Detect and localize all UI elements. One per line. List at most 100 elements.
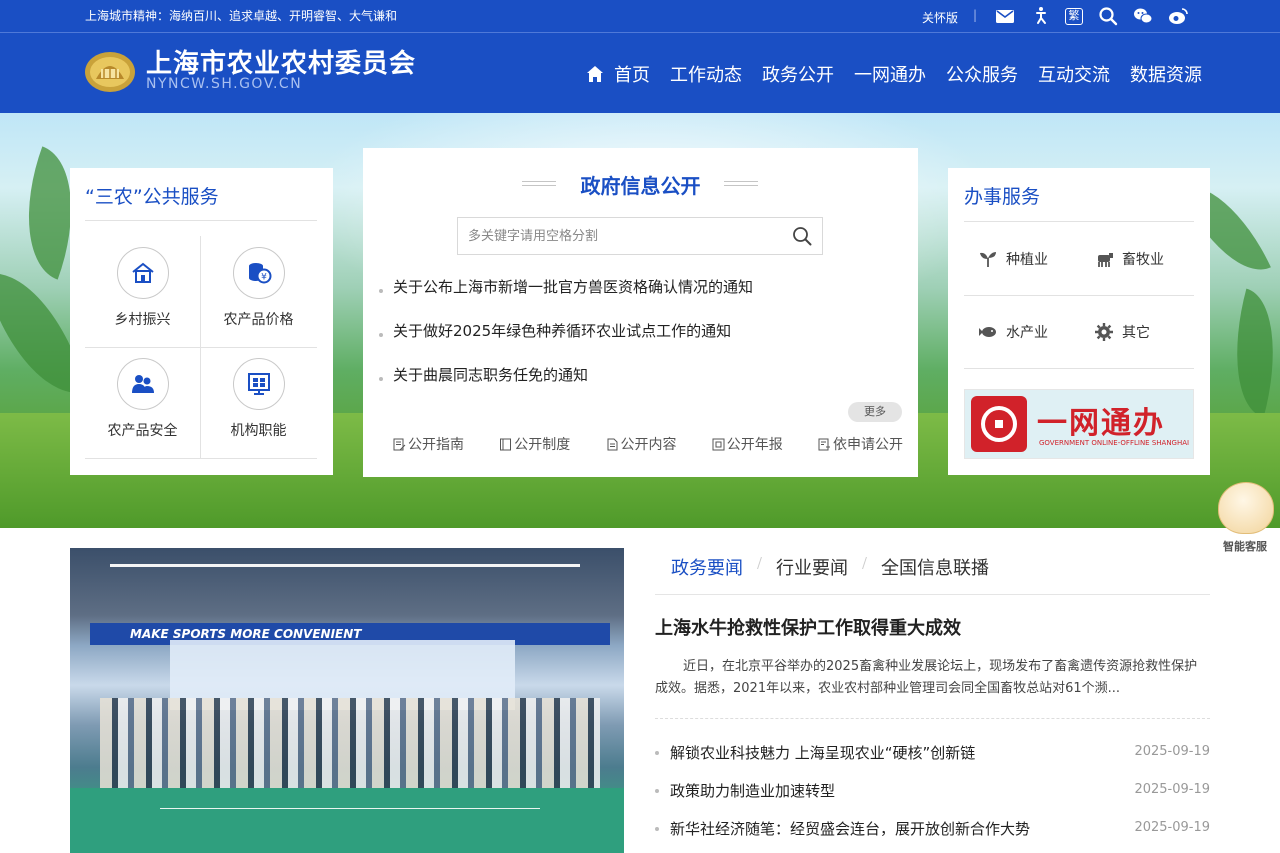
nav-home[interactable]: 首页 <box>586 61 650 87</box>
nav-interaction[interactable]: 互动交流 <box>1038 61 1110 87</box>
service-label: 机构职能 <box>230 423 287 439</box>
divider <box>85 220 317 221</box>
notice-item[interactable]: 关于曲晨同志职务任免的通知 <box>379 364 588 385</box>
svg-text:¥: ¥ <box>261 273 267 283</box>
search-icon[interactable] <box>792 226 812 246</box>
one-network-banner[interactable]: 一网通办 GOVERNMENT ONLINE-OFFLINE SHANGHAI <box>964 389 1194 459</box>
application-icon <box>818 438 830 450</box>
service-other[interactable]: 其它 <box>1094 322 1150 342</box>
report-icon <box>712 438 725 450</box>
smart-assistant-widget[interactable]: 智能客服 <box>1214 478 1276 554</box>
notice-item[interactable]: 关于做好2025年绿色种养循环农业试点工作的通知 <box>379 320 731 341</box>
sannong-service-card: “三农”公共服务 乡村振兴 ¥ 农产品价格 农产品安全 机构职能 <box>70 168 333 475</box>
info-search-box <box>457 217 823 255</box>
link-annual-report[interactable]: 公开年报 <box>712 434 783 454</box>
link-label: 公开内容 <box>620 437 677 453</box>
notice-title: 关于公布上海市新增一批官方兽医资格确认情况的通知 <box>393 278 754 296</box>
service-organization[interactable]: 机构职能 <box>201 348 316 458</box>
top-bar: 上海城市精神：海纳百川、追求卓越、开明睿智、大气谦和 关怀版 | 繁 <box>0 0 1280 32</box>
fish-icon <box>979 327 996 337</box>
search-icon[interactable] <box>1098 6 1118 26</box>
service-produce-price[interactable]: ¥ 农产品价格 <box>201 237 316 347</box>
gov-info-card: 政府信息公开 关于公布上海市新增一批官方兽医资格确认情况的通知 关于做好2025… <box>363 148 918 477</box>
notice-title: 关于做好2025年绿色种养循环农业试点工作的通知 <box>393 322 732 340</box>
card-title: “三农”公共服务 <box>85 186 219 208</box>
link-disclosure-rules[interactable]: 公开制度 <box>499 434 570 454</box>
mail-icon[interactable] <box>995 6 1015 26</box>
nav-public-service[interactable]: 公众服务 <box>946 61 1018 87</box>
news-tabs: 政务要闻 行业要闻 全国信息联播 <box>671 554 989 580</box>
link-disclosure-guide[interactable]: 公开指南 <box>393 434 464 454</box>
service-livestock[interactable]: 畜牧业 <box>1094 249 1164 269</box>
news-headline[interactable]: 上海水牛抢救性保护工作取得重大成效 <box>655 614 961 640</box>
news-date: 2025-09-19 <box>1134 744 1210 759</box>
tab-gov-news[interactable]: 政务要闻 <box>671 554 743 580</box>
price-icon: ¥ <box>232 247 285 299</box>
nav-data-resources[interactable]: 数据资源 <box>1130 61 1202 87</box>
divider <box>655 594 1210 595</box>
nav-one-network[interactable]: 一网通办 <box>854 61 926 87</box>
nav-work-news[interactable]: 工作动态 <box>670 61 742 87</box>
weibo-icon[interactable] <box>1168 6 1188 26</box>
news-list-item[interactable]: 新华社经济随笔：经贸盛会连台，展开放创新合作大势 2025-09-19 <box>655 818 1210 840</box>
more-button[interactable]: 更多 <box>848 402 902 422</box>
city-motto: 上海城市精神：海纳百川、追求卓越、开明睿智、大气谦和 <box>85 9 398 23</box>
care-mode-link[interactable]: 关怀版 <box>922 9 958 26</box>
link-apply-disclosure[interactable]: 依申请公开 <box>818 434 903 454</box>
safety-icon <box>116 358 169 410</box>
service-label: 畜牧业 <box>1122 252 1164 268</box>
tab-national-news[interactable]: 全国信息联播 <box>881 554 989 580</box>
news-list-item[interactable]: 解锁农业科技魅力 上海呈现农业“硬核”创新链 2025-09-19 <box>655 742 1210 764</box>
news-title: 政策助力制造业加速转型 <box>670 782 836 800</box>
divider <box>655 718 1210 719</box>
disclosure-links: 公开指南 公开制度 公开内容 公开年报 依申请公开 <box>393 434 903 454</box>
news-title: 解锁农业科技魅力 上海呈现农业“硬核”创新链 <box>670 744 976 762</box>
nav-gov-affairs[interactable]: 政务公开 <box>762 61 834 87</box>
traditional-chinese-icon[interactable]: 繁 <box>1065 8 1083 25</box>
bullet <box>655 751 659 755</box>
title-decoration <box>724 181 758 186</box>
link-label: 依申请公开 <box>833 437 903 453</box>
news-photo[interactable]: MAKE SPORTS MORE CONVENIENT <box>70 548 624 853</box>
nav-label: 首页 <box>614 65 650 86</box>
tab-separator <box>862 557 867 569</box>
site-title: 上海市农业农村委员会 <box>146 49 417 79</box>
sprout-icon <box>980 252 996 267</box>
accessibility-icon[interactable] <box>1031 6 1051 26</box>
service-label: 乡村振兴 <box>114 312 171 328</box>
divider <box>964 295 1194 296</box>
tab-separator <box>757 557 762 569</box>
gear-icon <box>1095 323 1113 341</box>
service-planting[interactable]: 种植业 <box>978 249 1048 269</box>
link-disclosure-content[interactable]: 公开内容 <box>606 434 677 454</box>
village-icon <box>116 247 169 299</box>
service-label: 水产业 <box>1006 325 1048 341</box>
news-list-item[interactable]: 政策助力制造业加速转型 2025-09-19 <box>655 780 1210 802</box>
service-rural-revitalization[interactable]: 乡村振兴 <box>85 237 200 347</box>
livestock-icon <box>1098 253 1113 267</box>
news-summary: 近日，在北京平谷举办的2025畜禽种业发展论坛上，现场发布了畜禽遗传资源抢救性保… <box>655 659 1198 696</box>
card-title: 办事服务 <box>964 186 1041 208</box>
news-title: 新华社经济随笔：经贸盛会连台，展开放创新合作大势 <box>670 820 1031 838</box>
card-title: 政府信息公开 <box>580 174 701 198</box>
home-icon <box>587 66 603 82</box>
bullet <box>379 376 383 381</box>
divider <box>964 221 1194 222</box>
notice-item[interactable]: 关于公布上海市新增一批官方兽医资格确认情况的通知 <box>379 276 753 297</box>
tab-industry-news[interactable]: 行业要闻 <box>776 554 848 580</box>
government-emblem-icon <box>84 45 136 93</box>
assistant-label: 智能客服 <box>1223 540 1267 553</box>
notice-title: 关于曲晨同志职务任免的通知 <box>393 366 589 384</box>
topbar-separator: | <box>973 8 978 22</box>
divider <box>85 458 317 459</box>
banner-title: 一网通办 <box>1037 406 1165 441</box>
site-domain: NYNCW.SH.GOV.CN <box>146 76 303 92</box>
wechat-icon[interactable] <box>1133 6 1153 26</box>
service-produce-safety[interactable]: 农产品安全 <box>85 348 200 458</box>
link-label: 公开制度 <box>514 437 571 453</box>
badminton-court <box>70 788 624 853</box>
info-search-input[interactable] <box>458 218 778 254</box>
group-people <box>100 698 600 788</box>
site-header: 上海市农业农村委员会 NYNCW.SH.GOV.CN 首页 工作动态 政务公开 … <box>0 32 1280 113</box>
service-aquaculture[interactable]: 水产业 <box>978 322 1048 342</box>
